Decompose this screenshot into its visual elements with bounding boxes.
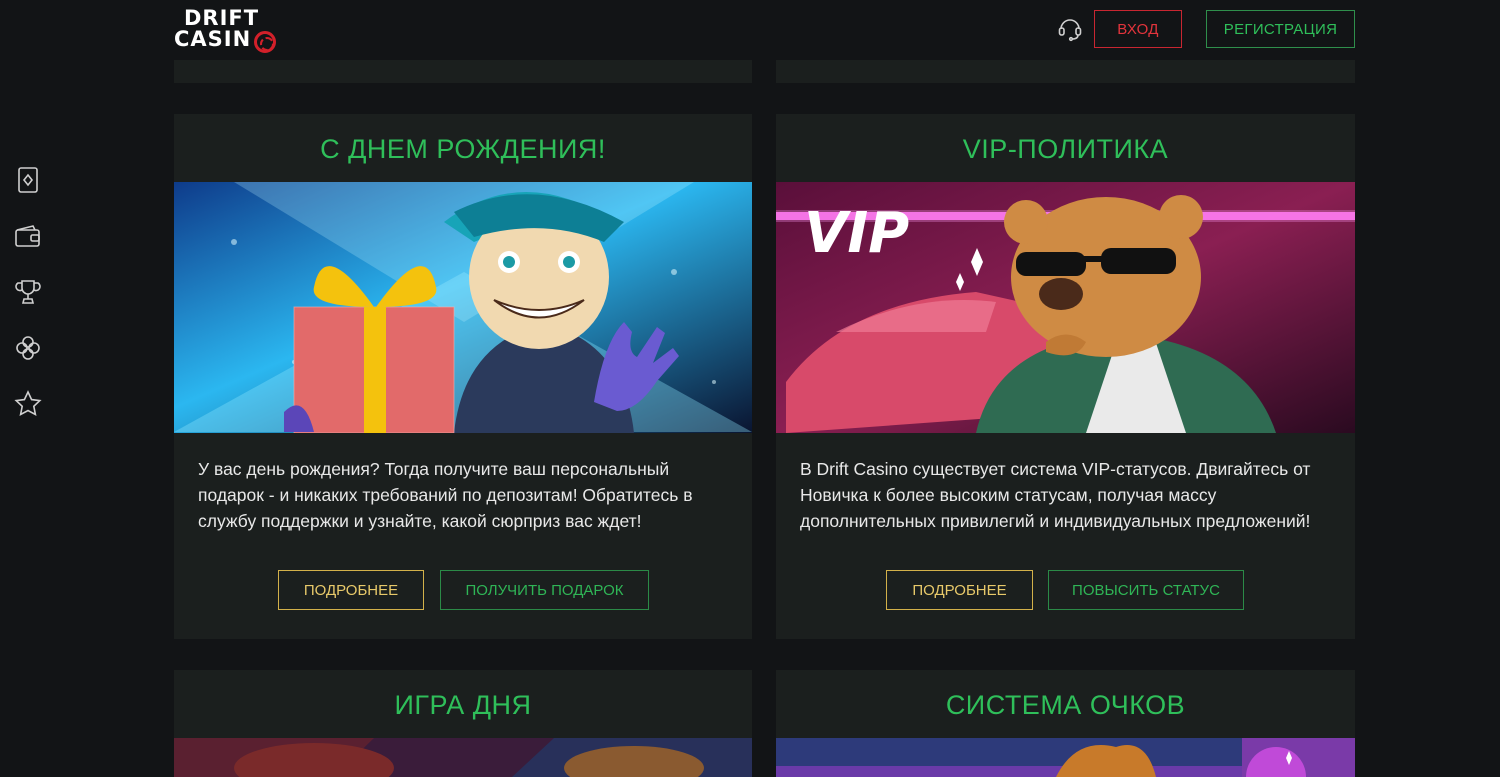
casino-chip-icon <box>254 31 276 53</box>
card-title: С ДНЕМ РОЖДЕНИЯ! <box>320 134 606 164</box>
previous-card-right-bottom <box>776 60 1355 83</box>
previous-card-left-bottom <box>174 60 752 83</box>
more-button[interactable]: ПОДРОБНЕЕ <box>886 570 1033 610</box>
birthday-banner-image <box>174 182 752 433</box>
sidebar-item-favorites[interactable] <box>12 388 44 420</box>
game-of-day-card: ИГРА ДНЯ <box>174 670 752 777</box>
sidebar-item-wallet[interactable] <box>12 220 44 252</box>
headset-icon[interactable] <box>1056 14 1084 42</box>
drift-casino-logo[interactable]: DRIFT CASIN <box>174 8 284 54</box>
points-system-card: СИСТЕМА ОЧКОВ <box>776 670 1355 777</box>
card-description: В Drift Casino существует система VIP-ст… <box>800 459 1311 531</box>
cards-icon <box>18 167 38 193</box>
card-title: ИГРА ДНЯ <box>394 690 532 720</box>
card-description: У вас день рождения? Тогда получите ваш … <box>198 459 693 531</box>
sidebar-item-lucky[interactable] <box>12 332 44 364</box>
wallet-icon <box>15 225 40 247</box>
vip-promo-card: VIP-ПОЛИТИКА VIP В Drift Casino существу… <box>776 114 1355 639</box>
sidebar-item-tournaments[interactable] <box>12 276 44 308</box>
logo-line-2-text: CASIN <box>174 27 252 51</box>
upgrade-status-button[interactable]: ПОВЫСИТЬ СТАТУС <box>1048 570 1244 610</box>
clover-icon <box>16 336 40 360</box>
vip-image-text: VIP <box>804 201 909 266</box>
vip-banner-image: VIP <box>776 182 1355 433</box>
more-button[interactable]: ПОДРОБНЕЕ <box>278 570 424 610</box>
card-title: СИСТЕМА ОЧКОВ <box>945 690 1186 720</box>
login-button[interactable]: ВХОД <box>1094 10 1182 48</box>
star-icon <box>14 390 42 417</box>
logo-line-1: DRIFT <box>184 6 260 30</box>
game-of-day-banner-image <box>174 738 752 777</box>
card-title: VIP-ПОЛИТИКА <box>962 134 1169 164</box>
trophy-icon <box>15 280 41 304</box>
get-gift-button[interactable]: ПОЛУЧИТЬ ПОДАРОК <box>440 570 649 610</box>
sidebar-item-cards[interactable] <box>12 164 44 196</box>
birthday-promo-card: С ДНЕМ РОЖДЕНИЯ! У вас день рождения? То… <box>174 114 752 639</box>
points-banner-image <box>776 738 1355 777</box>
logo-line-2: CASIN <box>174 27 284 53</box>
top-header: DRIFT CASIN ВХОД РЕГИСТРАЦИЯ <box>0 0 1500 60</box>
register-button[interactable]: РЕГИСТРАЦИЯ <box>1206 10 1355 48</box>
